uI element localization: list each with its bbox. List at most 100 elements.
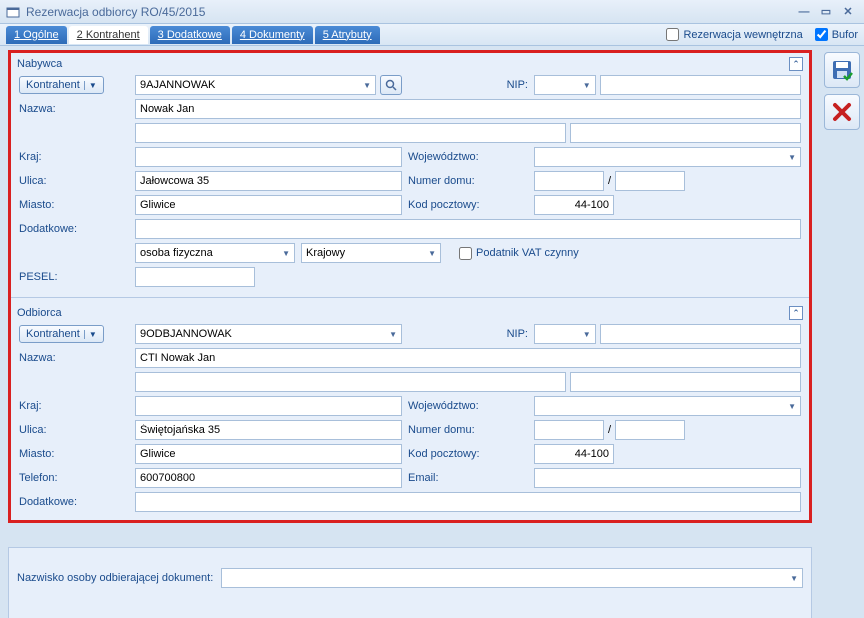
kontrahent-btn-label: Kontrahent <box>26 79 80 91</box>
odbiorca-nrdomu2-input[interactable] <box>615 420 685 440</box>
osoba-odbierajaca-combo[interactable]: ▼ <box>221 568 803 588</box>
bottom-panel: Nazwisko osoby odbierającej dokument: ▼ <box>8 547 812 618</box>
kraj-label: Kraj: <box>19 400 129 412</box>
nr-domu-label: Numer domu: <box>408 424 528 436</box>
odbiorca-email-input[interactable] <box>534 468 801 488</box>
nabywca-nip-input[interactable] <box>600 75 801 95</box>
odbiorca-kodpoczt-input[interactable] <box>534 444 614 464</box>
nabywca-nazwa3-input[interactable] <box>570 123 801 143</box>
nabywca-nip-prefix-combo[interactable]: ▼ <box>534 75 596 95</box>
nabywca-collapse-icon[interactable]: ⌃ <box>789 57 803 71</box>
odbiorca-nazwa-input[interactable] <box>135 348 801 368</box>
woj-label: Województwo: <box>408 400 528 412</box>
nip-label: NIP: <box>408 79 528 91</box>
bufor-checkbox[interactable]: Bufor <box>815 28 858 41</box>
tab-atrybuty[interactable]: 5 Atrybuty <box>315 26 380 44</box>
window-title: Rezerwacja odbiorcy RO/45/2015 <box>26 5 792 19</box>
miasto-label: Miasto: <box>19 199 129 211</box>
odbiorca-nip-input[interactable] <box>600 324 801 344</box>
dodatkowe-label: Dodatkowe: <box>19 223 129 235</box>
nip-label: NIP: <box>408 328 528 340</box>
close-icon <box>832 102 852 122</box>
tab-dokumenty[interactable]: 4 Dokumenty <box>232 26 313 44</box>
minimize-button[interactable]: — <box>794 5 814 19</box>
kod-poczt-label: Kod pocztowy: <box>408 199 528 211</box>
chevron-down-icon[interactable]: ▼ <box>84 330 97 339</box>
odbiorca-title: Odbiorca <box>17 307 789 319</box>
odbiorca-nazwa3-input[interactable] <box>570 372 801 392</box>
odbiorca-nrdomu1-input[interactable] <box>534 420 604 440</box>
chevron-down-icon[interactable]: ▼ <box>426 249 438 258</box>
woj-label: Województwo: <box>408 151 528 163</box>
nabywca-kontrahent-button[interactable]: Kontrahent ▼ <box>19 76 104 94</box>
rezerwacja-label: Rezerwacja wewnętrzna <box>683 29 802 41</box>
nabywca-search-button[interactable] <box>380 75 402 95</box>
cancel-button[interactable] <box>824 94 860 130</box>
nabywca-kraj-input[interactable] <box>135 147 402 167</box>
nabywca-nrdomu2-input[interactable] <box>615 171 685 191</box>
miasto-label: Miasto: <box>19 448 129 460</box>
nr-domu-label: Numer domu: <box>408 175 528 187</box>
maximize-button[interactable]: ▭ <box>816 5 836 19</box>
odbiorca-miasto-input[interactable] <box>135 444 402 464</box>
tab-dodatkowe[interactable]: 3 Dodatkowe <box>150 26 230 44</box>
nabywca-typ-osoby-combo[interactable]: osoba fizyczna▼ <box>135 243 295 263</box>
odbiorca-telefon-input[interactable] <box>135 468 402 488</box>
chevron-down-icon[interactable]: ▼ <box>581 330 593 339</box>
nabywca-pesel-input[interactable] <box>135 267 255 287</box>
save-button[interactable] <box>824 52 860 88</box>
chevron-down-icon[interactable]: ▼ <box>581 81 593 90</box>
odbiorca-nazwa2-input[interactable] <box>135 372 566 392</box>
chevron-down-icon[interactable]: ▼ <box>280 249 292 258</box>
chevron-down-icon[interactable]: ▼ <box>84 81 97 90</box>
save-icon <box>831 59 853 81</box>
nabywca-nazwa-input[interactable] <box>135 99 801 119</box>
nabywca-nrdomu1-input[interactable] <box>534 171 604 191</box>
odbiorca-nip-prefix-combo[interactable]: ▼ <box>534 324 596 344</box>
odbiorca-ulica-input[interactable] <box>135 420 402 440</box>
vat-czynny-checkbox[interactable]: Podatnik VAT czynny <box>459 247 579 260</box>
odbiorca-kontrahent-button[interactable]: Kontrahent ▼ <box>19 325 104 343</box>
close-window-button[interactable]: ✕ <box>838 5 858 19</box>
nabywca-nazwa2-input[interactable] <box>135 123 566 143</box>
odbiorca-collapse-icon[interactable]: ⌃ <box>789 306 803 320</box>
odbiorca-woj-combo[interactable]: ▼ <box>534 396 801 416</box>
side-toolbar <box>820 46 864 618</box>
rezerwacja-wewnetrzna-checkbox[interactable]: Rezerwacja wewnętrzna <box>666 28 802 41</box>
odbiorca-kraj-input[interactable] <box>135 396 402 416</box>
nabywca-miasto-input[interactable] <box>135 195 402 215</box>
pesel-label: PESEL: <box>19 271 129 283</box>
kod-poczt-label: Kod pocztowy: <box>408 448 528 460</box>
chevron-down-icon[interactable]: ▼ <box>788 574 800 583</box>
nabywca-dodatkowe-input[interactable] <box>135 219 801 239</box>
nabywca-ulica-input[interactable] <box>135 171 402 191</box>
dodatkowe-label: Dodatkowe: <box>19 496 129 508</box>
nazwa-label: Nazwa: <box>19 103 129 115</box>
nabywca-kod-value: 9AJANNOWAK <box>140 79 215 91</box>
ulica-label: Ulica: <box>19 424 129 436</box>
tab-ogolne[interactable]: 1 Ogólne <box>6 26 67 44</box>
nazwa-label: Nazwa: <box>19 352 129 364</box>
odbiorca-kod-combo[interactable]: 9ODBJANNOWAK ▼ <box>135 324 402 344</box>
osoba-odbierajaca-label: Nazwisko osoby odbierającej dokument: <box>17 572 213 584</box>
email-label: Email: <box>408 472 528 484</box>
tab-bar: 1 Ogólne 2 Kontrahent 3 Dodatkowe 4 Doku… <box>0 24 864 46</box>
chevron-down-icon[interactable]: ▼ <box>786 153 798 162</box>
nabywca-title: Nabywca <box>17 58 789 70</box>
telefon-label: Telefon: <box>19 472 129 484</box>
chevron-down-icon[interactable]: ▼ <box>786 402 798 411</box>
ulica-label: Ulica: <box>19 175 129 187</box>
nabywca-panel: Nabywca ⌃ Kontrahent ▼ 9AJANNOWAK ▼ <box>8 50 812 523</box>
nabywca-woj-combo[interactable]: ▼ <box>534 147 801 167</box>
app-icon <box>6 5 20 19</box>
titlebar: Rezerwacja odbiorcy RO/45/2015 — ▭ ✕ <box>0 0 864 24</box>
kraj-label: Kraj: <box>19 151 129 163</box>
chevron-down-icon[interactable]: ▼ <box>361 81 373 90</box>
nabywca-typ-kraj-combo[interactable]: Krajowy▼ <box>301 243 441 263</box>
odbiorca-dodatkowe-input[interactable] <box>135 492 801 512</box>
nabywca-kodpoczt-input[interactable] <box>534 195 614 215</box>
bufor-label: Bufor <box>832 29 858 41</box>
chevron-down-icon[interactable]: ▼ <box>387 330 399 339</box>
nabywca-kod-combo[interactable]: 9AJANNOWAK ▼ <box>135 75 376 95</box>
tab-kontrahent[interactable]: 2 Kontrahent <box>69 26 148 44</box>
